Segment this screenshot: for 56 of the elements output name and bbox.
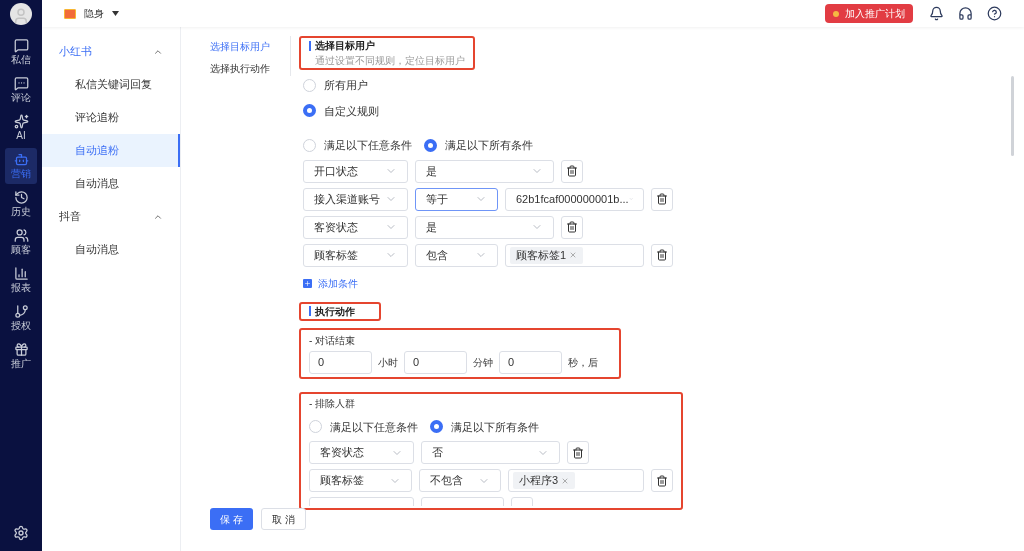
- nav-rail-item[interactable]: 授权: [5, 300, 37, 336]
- step-link[interactable]: 选择目标用户: [210, 39, 290, 54]
- select-field[interactable]: 顾客标签: [309, 469, 413, 492]
- menu-item[interactable]: 自动消息: [42, 167, 180, 200]
- group-title: - 排除人群: [309, 396, 357, 411]
- radio-option[interactable]: 所有用户: [303, 77, 1011, 94]
- add-condition-button[interactable]: 添加条件: [299, 275, 358, 291]
- select-field[interactable]: 客资状态: [309, 441, 414, 464]
- section-title: 执行动作: [315, 304, 355, 319]
- unit-label: 秒，后: [568, 355, 598, 370]
- step-link[interactable]: 选择执行动作: [210, 61, 290, 76]
- tag: 顾客标签1: [510, 246, 584, 264]
- number-field[interactable]: 0: [404, 350, 467, 374]
- save-button[interactable]: 保 存: [210, 508, 253, 530]
- tag-select-field[interactable]: 顾客标签1: [505, 243, 644, 267]
- nav-rail-item[interactable]: 评论: [5, 72, 37, 108]
- tag-select-field[interactable]: 小程序3: [508, 469, 645, 492]
- menu-item[interactable]: 自动追粉: [42, 134, 180, 167]
- nav-rail-item[interactable]: 私信: [5, 34, 37, 70]
- nav-rail-item[interactable]: 顾客: [5, 224, 37, 260]
- select-field[interactable]: 顾客标签: [303, 243, 408, 267]
- radio-option[interactable]: 自定义规则: [303, 102, 1011, 119]
- select-field[interactable]: 等于: [415, 187, 498, 211]
- menu-group[interactable]: 抖音: [42, 200, 180, 233]
- cancel-button[interactable]: 取 消: [260, 508, 306, 530]
- nav-rail-item[interactable]: 历史: [5, 186, 37, 222]
- select-field[interactable]: 是: [415, 159, 554, 183]
- promo-button[interactable]: 加入推广计划: [825, 4, 913, 23]
- select-field[interactable]: 是: [415, 215, 554, 239]
- menu-item[interactable]: 私信关键词回复: [42, 68, 180, 101]
- radio-option[interactable]: 满足以下所有条件: [430, 418, 539, 435]
- menu-group[interactable]: 小红书: [42, 35, 180, 68]
- section-title: 选择目标用户: [315, 39, 375, 53]
- select-field[interactable]: 接入渠道账号: [303, 187, 408, 211]
- radio-option[interactable]: 满足以下任意条件: [303, 137, 412, 154]
- select-field[interactable]: 客资状态: [303, 215, 408, 239]
- select-field[interactable]: 62b1fcaf000000001b...: [505, 187, 644, 211]
- radio-option[interactable]: 满足以下任意条件: [309, 418, 418, 435]
- select-field[interactable]: 不包含: [419, 469, 502, 492]
- number-field[interactable]: 0: [309, 350, 372, 374]
- section-subtitle: 通过设置不同规则，定位目标用户: [314, 54, 465, 68]
- tag: 小程序3: [513, 472, 576, 489]
- status-dropdown[interactable]: 隐身: [64, 6, 119, 21]
- menu-item[interactable]: 自动消息: [42, 233, 180, 266]
- group-title: - 对话结束: [309, 333, 357, 348]
- menu-item[interactable]: 评论追粉: [42, 101, 180, 134]
- select-field[interactable]: 否: [421, 441, 560, 464]
- unit-label: 小时: [378, 355, 398, 370]
- select-field[interactable]: 开口状态: [303, 159, 408, 183]
- radio-option[interactable]: 满足以下所有条件: [424, 137, 533, 154]
- nav-rail-item[interactable]: 报表: [5, 262, 37, 298]
- select-field[interactable]: 包含: [415, 243, 498, 267]
- nav-rail-item[interactable]: 推广: [5, 338, 37, 374]
- number-field[interactable]: 0: [499, 350, 562, 374]
- unit-label: 分钟: [473, 355, 493, 370]
- nav-rail-item[interactable]: AI: [5, 110, 37, 146]
